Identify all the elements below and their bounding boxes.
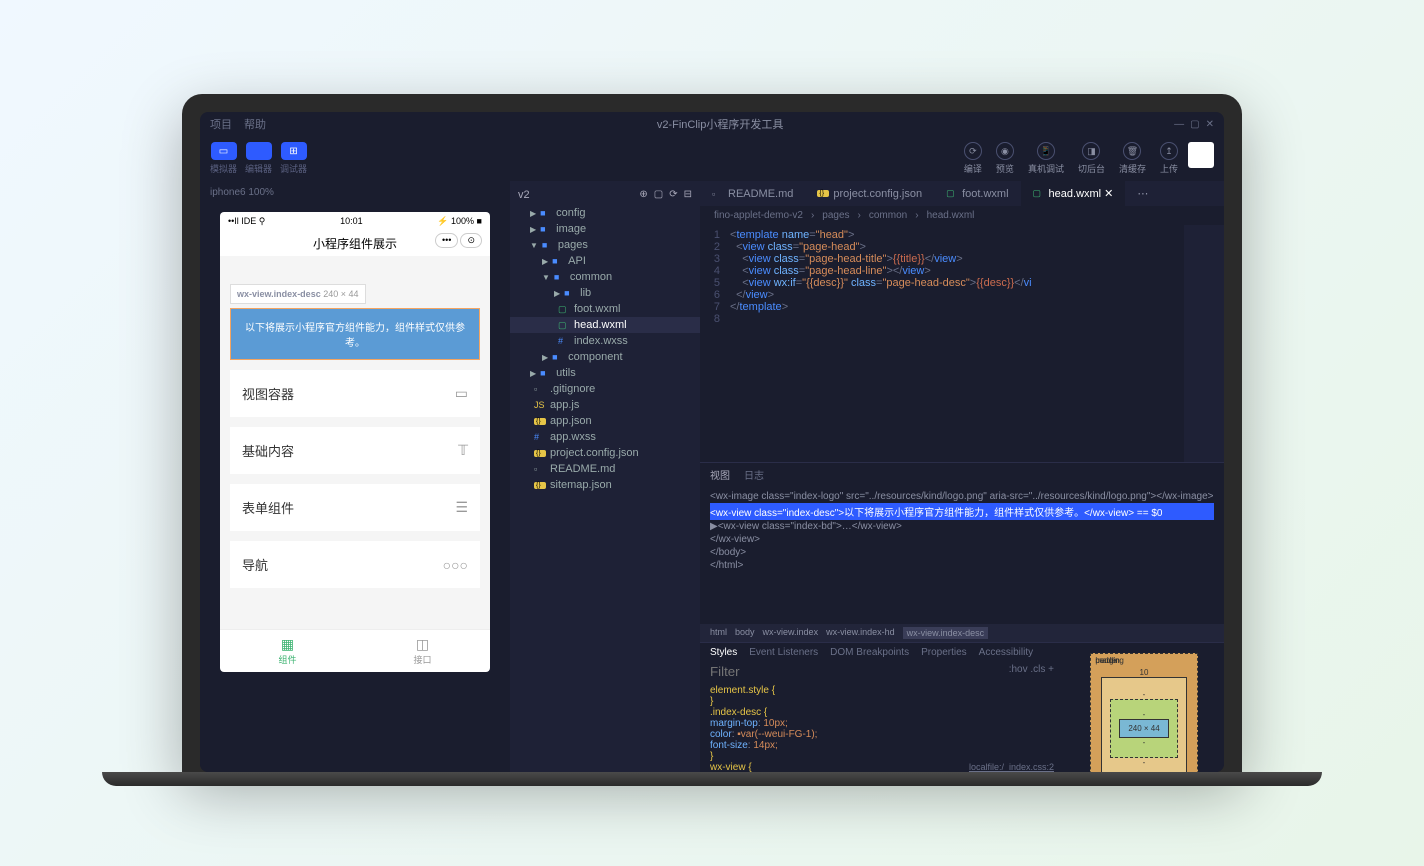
element-breadcrumb[interactable]: htmlbodywx-view.indexwx-view.index-hdwx-… (700, 624, 1224, 642)
element-node[interactable]: </wx-view> (710, 533, 1214, 546)
menu-item[interactable]: 表单组件☰ (230, 484, 480, 531)
ide-screen: 项目 帮助 v2-FinClip小程序开发工具 — ▢ ✕ ▭模拟器编辑器⊞调试… (200, 112, 1224, 772)
tree-folder[interactable]: ▶■component (510, 349, 700, 365)
tree-folder[interactable]: ▼■common (510, 269, 700, 285)
tree-folder[interactable]: ▼■pages (510, 237, 700, 253)
inspect-tooltip: wx-view.index-desc 240 × 44 (230, 284, 366, 304)
editor-tab[interactable]: {}project.config.json (805, 181, 934, 206)
tree-folder[interactable]: ▶■lib (510, 285, 700, 301)
editor-tab[interactable]: ▫README.md (700, 181, 805, 206)
status-battery: ⚡ 100% ■ (437, 216, 482, 227)
menu-project[interactable]: 项目 (210, 116, 232, 132)
menu-item[interactable]: 基础内容𝕋 (230, 427, 480, 474)
user-avatar[interactable] (1188, 142, 1214, 168)
styles-tab[interactable]: Styles (710, 647, 737, 658)
capsule-menu-icon[interactable]: ••• (435, 233, 458, 248)
file-explorer: v2 ⊕ ▢ ⟳ ⊟ ▶■config▶■image▼■pages▶■API▼■… (510, 181, 700, 772)
menu-item[interactable]: 视图容器▭ (230, 370, 480, 417)
box-model: margin 10 border - padding - 240 × 44 - (1064, 643, 1224, 773)
code-editor[interactable]: 1<template name="head">2 <view class="pa… (700, 225, 1184, 462)
laptop-frame: 项目 帮助 v2-FinClip小程序开发工具 — ▢ ✕ ▭模拟器编辑器⊞调试… (182, 94, 1242, 772)
tree-folder[interactable]: ▶■image (510, 221, 700, 237)
tree-file[interactable]: ▢head.wxml (510, 317, 700, 333)
capsule-close-icon[interactable]: ⊙ (460, 233, 482, 248)
page-title: 小程序组件展示 (313, 237, 397, 251)
project-root[interactable]: v2 (518, 189, 530, 201)
element-node[interactable]: </body> (710, 546, 1214, 559)
refresh-icon[interactable]: ⟳ (669, 189, 677, 201)
tool-模拟器[interactable]: ▭ (211, 142, 237, 160)
tabbar-item[interactable]: ◫接口 (355, 630, 490, 672)
styles-tab[interactable]: Accessibility (979, 647, 1033, 658)
breadcrumb: fino-applet-demo-v2›pages›common›head.wx… (700, 206, 1224, 225)
collapse-icon[interactable]: ⊟ (684, 189, 692, 201)
elements-panel[interactable]: <wx-image class="index-logo" src="../res… (700, 486, 1224, 624)
tree-file[interactable]: ▫.gitignore (510, 381, 700, 397)
styles-tab[interactable]: Event Listeners (749, 647, 818, 658)
tree-file[interactable]: {}sitemap.json (510, 477, 700, 493)
action-清缓存[interactable]: 🗑清缓存 (1119, 142, 1146, 175)
styles-tab[interactable]: DOM Breakpoints (830, 647, 909, 658)
new-folder-icon[interactable]: ▢ (654, 189, 663, 201)
element-node[interactable]: ▶<wx-view class="index-bd">…</wx-view> (710, 520, 1214, 533)
devtools-tab[interactable]: 视图 (710, 467, 730, 482)
tree-file[interactable]: {}app.json (510, 413, 700, 429)
action-真机调试[interactable]: 📱真机调试 (1028, 142, 1064, 175)
action-上传[interactable]: ↥上传 (1160, 142, 1178, 175)
styles-tab[interactable]: Properties (921, 647, 967, 658)
tree-file[interactable]: JSapp.js (510, 397, 700, 413)
devtools-tab[interactable]: 日志 (744, 467, 764, 482)
tree-folder[interactable]: ▶■utils (510, 365, 700, 381)
highlighted-element[interactable]: 以下将展示小程序官方组件能力，组件样式仅供参考。 (230, 308, 480, 360)
tree-file[interactable]: ▢foot.wxml (510, 301, 700, 317)
minimap[interactable] (1184, 225, 1224, 462)
toolbar: ▭模拟器编辑器⊞调试器 ⟳编译◉预览📱真机调试◨切后台🗑清缓存↥上传 (200, 136, 1224, 181)
phone-preview: ••Il IDE ⚲ 10:01 ⚡ 100% ■ 小程序组件展示 ••• ⊙ … (220, 212, 490, 672)
tree-file[interactable]: {}project.config.json (510, 445, 700, 461)
tab-more-icon[interactable]: ⋯ (1125, 181, 1160, 206)
editor-tab[interactable]: ▢head.wxml ✕ (1021, 181, 1126, 206)
tabbar-item[interactable]: ▦组件 (220, 630, 355, 672)
editor-tab[interactable]: ▢foot.wxml (934, 181, 1020, 206)
tree-file[interactable]: #index.wxss (510, 333, 700, 349)
filter-extras[interactable]: :hov .cls + (1009, 664, 1054, 679)
menubar: 项目 帮助 v2-FinClip小程序开发工具 — ▢ ✕ (200, 112, 1224, 136)
minimize-icon[interactable]: — (1174, 119, 1184, 130)
new-file-icon[interactable]: ⊕ (639, 189, 647, 201)
action-预览[interactable]: ◉预览 (996, 142, 1014, 175)
close-icon[interactable]: ✕ (1206, 119, 1214, 130)
element-node[interactable]: <wx-view class="index-desc">以下将展示小程序官方组件… (710, 503, 1214, 520)
action-切后台[interactable]: ◨切后台 (1078, 142, 1105, 175)
tree-folder[interactable]: ▶■API (510, 253, 700, 269)
menu-item[interactable]: 导航○○○ (230, 541, 480, 588)
styles-filter-input[interactable] (710, 664, 1009, 679)
element-node[interactable]: <wx-image class="index-logo" src="../res… (710, 490, 1214, 503)
element-node[interactable]: </html> (710, 559, 1214, 572)
action-编译[interactable]: ⟳编译 (964, 142, 982, 175)
css-rules[interactable]: element.style {}.index-desc {</span></di… (700, 681, 1064, 773)
maximize-icon[interactable]: ▢ (1190, 119, 1199, 130)
tree-file[interactable]: ▫README.md (510, 461, 700, 477)
status-time: 10:01 (340, 216, 363, 227)
tool-编辑器[interactable] (246, 142, 272, 160)
menu-help[interactable]: 帮助 (244, 116, 266, 132)
tree-folder[interactable]: ▶■config (510, 205, 700, 221)
tree-file[interactable]: #app.wxss (510, 429, 700, 445)
tool-调试器[interactable]: ⊞ (281, 142, 307, 160)
device-label: iphone6 100% (200, 181, 510, 204)
status-signal: ••Il IDE ⚲ (228, 216, 265, 227)
window-title: v2-FinClip小程序开发工具 (278, 116, 1162, 132)
simulator-panel: iphone6 100% ••Il IDE ⚲ 10:01 ⚡ 100% ■ 小… (200, 181, 510, 772)
